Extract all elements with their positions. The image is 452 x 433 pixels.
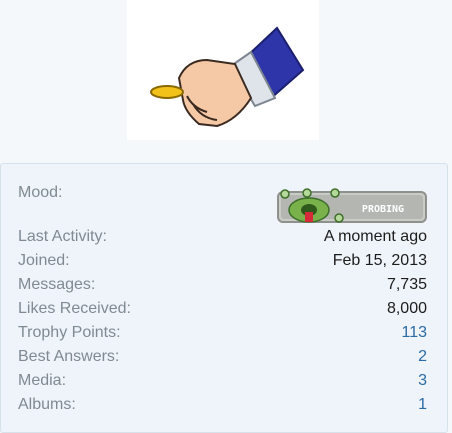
stat-value: 8,000 [386, 300, 427, 317]
stat-row-joined: Joined: Feb 15, 2013 [18, 250, 427, 272]
stat-value: Feb 15, 2013 [332, 252, 427, 269]
mood-label: Mood: [18, 184, 63, 201]
stat-row-albums: Albums: 1 [18, 394, 427, 416]
stat-label: Likes Received: [18, 300, 131, 317]
stat-label: Last Activity: [18, 228, 107, 245]
trophy-points-link[interactable]: 113 [401, 324, 427, 342]
hand-holding-coin-icon [150, 26, 305, 128]
best-answers-link[interactable]: 2 [418, 348, 427, 366]
stat-label: Joined: [18, 252, 70, 269]
user-avatar[interactable] [127, 0, 319, 140]
member-stats-panel: Mood: PROBING Last Activity: A moment ag… [0, 163, 448, 433]
stat-label: Albums: [18, 396, 76, 413]
stat-value: A moment ago [323, 228, 427, 245]
stat-row-best-answers: Best Answers: 2 [18, 346, 427, 368]
stat-label: Best Answers: [18, 348, 120, 365]
mood-badge[interactable]: PROBING [277, 188, 427, 224]
stat-row-trophy-points: Trophy Points: 113 [18, 322, 427, 344]
media-link[interactable]: 3 [418, 372, 427, 390]
stat-value: 7,735 [386, 276, 427, 293]
stat-row-media: Media: 3 [18, 370, 427, 392]
stat-row-messages: Messages: 7,735 [18, 274, 427, 296]
stat-label: Messages: [18, 276, 96, 293]
albums-link[interactable]: 1 [418, 396, 427, 414]
mood-row: Mood: PROBING [18, 184, 427, 224]
mood-badge-text: PROBING [362, 204, 404, 215]
stat-row-likes-received: Likes Received: 8,000 [18, 298, 427, 320]
stat-label: Media: [18, 372, 67, 389]
stat-label: Trophy Points: [18, 324, 121, 341]
stat-row-last-activity: Last Activity: A moment ago [18, 226, 427, 248]
